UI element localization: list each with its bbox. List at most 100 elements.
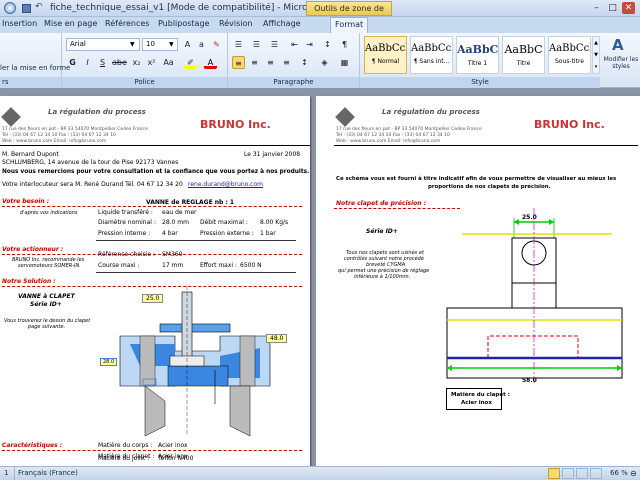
liquide-value: eau de mer xyxy=(162,209,197,216)
dimension-label[interactable]: 25.0 xyxy=(142,294,164,303)
style-name: Sous-titre xyxy=(555,58,584,65)
tab-mise-en-page[interactable]: Mise en page xyxy=(44,19,97,28)
shading-icon[interactable]: ◈ xyxy=(318,56,331,69)
reference-label: Référence choisie : xyxy=(98,251,155,258)
borders-icon[interactable]: ▦ xyxy=(338,56,351,69)
table-divider xyxy=(96,272,296,273)
font-name-combo[interactable]: Arial xyxy=(66,38,140,51)
joint-value: Teflon N400 xyxy=(158,455,194,462)
zoom-out-icon[interactable]: ⊖ xyxy=(630,469,637,478)
tab-revision[interactable]: Révision xyxy=(219,19,252,28)
change-case-icon[interactable]: Aa xyxy=(162,56,175,69)
dimension-label-selected[interactable]: 28.0 xyxy=(100,358,118,366)
tab-publipostage[interactable]: Publipostage xyxy=(158,19,209,28)
bullets-icon[interactable]: ☰ xyxy=(232,38,245,51)
style-preview: AaBbCcI xyxy=(411,43,452,54)
full-screen-icon[interactable] xyxy=(562,468,574,479)
diametre-value: 28.0 mm xyxy=(162,219,189,226)
intro-text: Ce schéma vous est fourni à titre indica… xyxy=(336,176,617,182)
thanks-line: Nous vous remercions pour votre consulta… xyxy=(2,169,310,175)
multilevel-list-icon[interactable]: ☰ xyxy=(268,38,281,51)
strike-icon[interactable]: abe xyxy=(112,56,127,69)
outline-icon[interactable] xyxy=(590,468,602,479)
shrink-font-icon[interactable]: a xyxy=(195,38,208,51)
modify-styles-button[interactable]: A Modifier les styles xyxy=(602,33,640,88)
page-2[interactable]: La régulation du process BRUNO Inc. 17 r… xyxy=(316,96,640,466)
tab-references[interactable]: Références xyxy=(105,19,149,28)
page-1[interactable]: La régulation du process BRUNO Inc. 17 r… xyxy=(0,96,310,466)
undo-icon[interactable]: ↶ xyxy=(35,2,43,12)
liquide-label: Liquide transféré : xyxy=(98,209,153,216)
style-sous-titre[interactable]: AaBbCcI Sous-titre xyxy=(548,36,591,74)
dimension-bottom[interactable]: 58.0 xyxy=(522,377,537,384)
actionneur-note: servomoteurs SOMER-IN. xyxy=(18,263,81,269)
clear-format-icon[interactable]: ✎ xyxy=(210,38,223,51)
style-titre[interactable]: AaBbC Titre xyxy=(502,36,545,74)
maximize-button[interactable]: □ xyxy=(606,2,619,14)
brand-name: BRUNO Inc. xyxy=(534,118,605,131)
align-left-icon[interactable]: ≡ xyxy=(232,56,245,69)
group-styles: AaBbCcI ¶ Normal AaBbCcI ¶ Sans int... A… xyxy=(360,33,600,88)
style-preview: AaBbC xyxy=(457,43,498,56)
tab-affichage[interactable]: Affichage xyxy=(263,19,301,28)
italic-icon[interactable]: I xyxy=(81,56,94,69)
debit-value: 8.00 Kg/s xyxy=(260,219,289,226)
dimension-top[interactable]: 25.0 xyxy=(522,214,537,221)
line-spacing-icon[interactable]: ↕ xyxy=(298,56,311,69)
web-line: Web : www.bruno.com Email: info@bruno.co… xyxy=(2,139,107,144)
language-indicator[interactable]: Français (France) xyxy=(18,469,78,477)
style-normal[interactable]: AaBbCcI ¶ Normal xyxy=(364,36,407,74)
header-divider xyxy=(334,145,638,146)
phone-line: Tel : (33) 04 67 12 34 10 Fax : (33) 04 … xyxy=(2,133,116,138)
align-center-icon[interactable]: ≡ xyxy=(248,56,261,69)
pression-externe-value: 1 bar xyxy=(260,230,276,237)
pression-interne-value: 4 bar xyxy=(162,230,178,237)
sort-icon[interactable]: ↕ xyxy=(321,38,334,51)
corps-value: Acier inox xyxy=(158,442,188,449)
subscript-icon[interactable]: x₂ xyxy=(130,56,143,69)
web-layout-icon[interactable] xyxy=(576,468,588,479)
show-marks-icon[interactable]: ¶ xyxy=(338,38,351,51)
minimize-button[interactable]: – xyxy=(590,2,603,14)
justify-icon[interactable]: ≡ xyxy=(280,56,293,69)
style-sans-interligne[interactable]: AaBbCcI ¶ Sans int... xyxy=(410,36,453,74)
section-divider xyxy=(2,450,302,451)
section-divider xyxy=(2,206,302,207)
bold-icon[interactable]: G xyxy=(66,56,79,69)
format-painter-button[interactable]: ler la mise en forme xyxy=(0,64,70,72)
tab-format[interactable]: Format xyxy=(330,17,369,33)
reference-value: SM360 xyxy=(162,251,183,258)
quick-save-icon[interactable] xyxy=(22,4,31,13)
dimension-label[interactable]: 48.0 xyxy=(266,334,288,343)
address-line: 17 rue des fleurs en pot - BP 33 54070 M… xyxy=(336,127,482,132)
numbering-icon[interactable]: ☰ xyxy=(250,38,263,51)
zoom-level[interactable]: 66 % xyxy=(610,469,628,477)
tab-insertion[interactable]: Insertion xyxy=(2,19,37,28)
serie-label: Série ID+ xyxy=(366,228,398,235)
decrease-indent-icon[interactable]: ⇤ xyxy=(288,38,301,51)
contact-email-link[interactable]: rene.durand@bruno.com xyxy=(188,181,263,188)
align-right-icon[interactable]: ≡ xyxy=(264,56,277,69)
increase-indent-icon[interactable]: ⇥ xyxy=(303,38,316,51)
font-color-icon[interactable]: A xyxy=(204,56,217,69)
close-button[interactable]: ✕ xyxy=(622,2,635,14)
styles-scroll-icon[interactable]: ▲ ▼ ▾ xyxy=(592,36,600,74)
clapet-drawing xyxy=(446,208,623,383)
grow-font-icon[interactable]: A xyxy=(181,38,194,51)
word-icon[interactable] xyxy=(4,2,16,14)
style-preview: AaBbC xyxy=(504,43,543,56)
highlight-icon[interactable]: ✐ xyxy=(184,56,197,69)
page-indicator[interactable]: 1 xyxy=(4,469,8,477)
material-box[interactable]: Matière du clapet : Acier inox xyxy=(446,388,510,410)
header-divider xyxy=(0,145,310,146)
print-layout-icon[interactable] xyxy=(548,468,560,479)
styles-a-icon: A xyxy=(612,36,624,54)
diametre-label: Diamètre nominal : xyxy=(98,219,156,226)
underline-icon[interactable]: S xyxy=(96,56,109,69)
group-font: Arial ▼ 10 ▼ A a ✎ G I S abe x₂ x² Aa ✐ … xyxy=(62,33,228,88)
pression-interne-label: Pression interne : xyxy=(98,230,151,237)
contact-line: Votre interlocuteur sera M. René Durand … xyxy=(2,181,183,188)
style-titre-1[interactable]: AaBbC Titre 1 xyxy=(456,36,499,74)
brand-title: La régulation du process xyxy=(48,108,146,116)
superscript-icon[interactable]: x² xyxy=(145,56,158,69)
